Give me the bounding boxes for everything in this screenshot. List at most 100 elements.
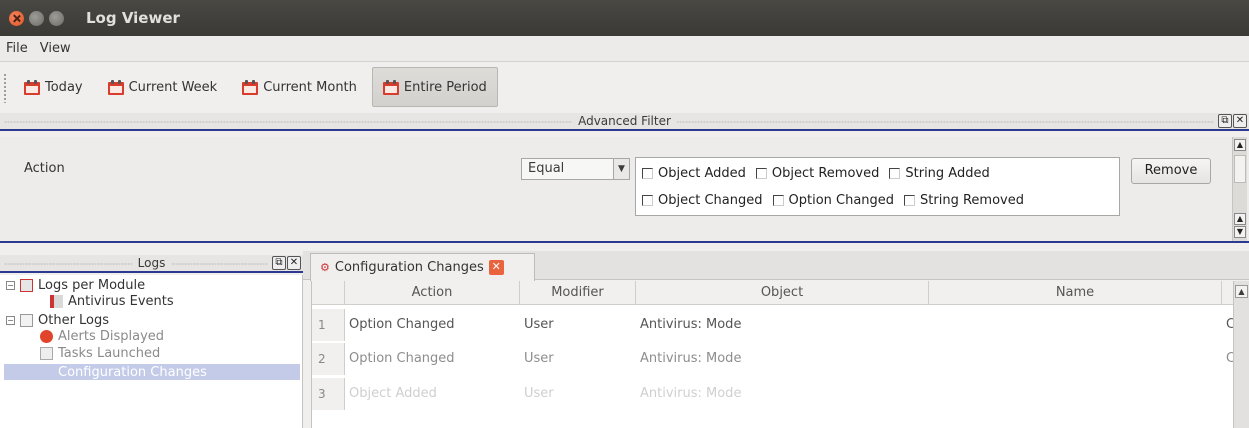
tree-item-label: Logs per Module — [38, 278, 146, 293]
cell-object: Antivirus: Mode — [640, 317, 742, 332]
cell-object: Antivirus: Mode — [640, 386, 742, 401]
log-table: Action Modifier Object Name 1 Option Cha… — [311, 281, 1249, 428]
minimize-icon[interactable] — [29, 10, 44, 26]
row-number: 2 — [312, 343, 345, 375]
menu-view[interactable]: View — [40, 41, 71, 56]
remove-button[interactable]: Remove — [1131, 158, 1211, 184]
tree-item-tasks-launched[interactable]: Tasks Launched — [40, 346, 160, 361]
row-number: 1 — [312, 309, 345, 341]
checkbox-label: Object Removed — [771, 166, 880, 181]
close-icon[interactable]: ✕ — [1233, 114, 1247, 128]
column-header-action[interactable]: Action — [345, 281, 520, 305]
tasks-icon — [40, 347, 53, 360]
table-scrollbar[interactable]: ▲ — [1233, 281, 1249, 428]
checkbox-object-added[interactable]: Object Added — [642, 166, 746, 181]
checkbox-label: Option Changed — [788, 193, 895, 208]
menu-file[interactable]: File — [6, 41, 28, 56]
antivirus-events-icon — [50, 295, 63, 308]
current-week-button[interactable]: Current Week — [98, 67, 228, 107]
tree-item-label: Tasks Launched — [58, 346, 161, 361]
menu-bar: File View — [0, 36, 1249, 62]
table-header: Action Modifier Object Name — [312, 281, 1249, 305]
cell-name — [929, 378, 1222, 410]
column-header-modifier[interactable]: Modifier — [520, 281, 636, 305]
scroll-up-icon[interactable]: ▲ — [1234, 139, 1246, 151]
logs-pane-header: Logs ⧉ ✕ — [0, 255, 303, 273]
row-number: 3 — [312, 378, 345, 410]
today-label: Today — [45, 79, 83, 95]
cell-modifier: User — [524, 351, 554, 366]
collapse-icon[interactable]: − — [6, 316, 15, 325]
filter-scrollbar[interactable]: ▲ ▲ ▼ — [1232, 137, 1247, 241]
table-row[interactable]: 2 Option Changed User Antivirus: Mode C — [312, 343, 1249, 375]
advanced-filter-header: Advanced Filter ⧉ ✕ — [0, 113, 1249, 131]
current-month-button[interactable]: Current Month — [232, 67, 367, 107]
tree-item-logs-per-module[interactable]: − Logs per Module — [6, 278, 145, 293]
undock-icon[interactable]: ⧉ — [1218, 114, 1232, 128]
checkbox-label: Object Changed — [658, 193, 763, 208]
alert-icon — [40, 330, 53, 343]
tab-configuration-changes[interactable]: ⚙ Configuration Changes ✕ — [310, 253, 535, 281]
maximize-icon[interactable] — [49, 10, 64, 26]
scroll-up-icon[interactable]: ▲ — [1234, 213, 1246, 225]
checkbox-string-added[interactable]: String Added — [889, 166, 990, 181]
cell-action: Object Added — [349, 386, 437, 401]
tree-item-label: Configuration Changes — [58, 364, 207, 380]
close-icon[interactable]: ✕ — [488, 260, 504, 275]
scroll-down-icon[interactable]: ▼ — [1234, 226, 1246, 238]
cell-object: Antivirus: Mode — [640, 351, 742, 366]
close-icon[interactable] — [9, 10, 24, 26]
toolbar-grip[interactable] — [3, 73, 7, 103]
calendar-icon — [107, 79, 124, 95]
calendar-icon — [242, 79, 259, 95]
column-header-object[interactable]: Object — [636, 281, 929, 305]
current-week-label: Current Week — [128, 79, 218, 95]
tree-item-label: Antivirus Events — [68, 294, 174, 309]
tree-item-other-logs[interactable]: − Other Logs — [6, 313, 109, 328]
table-row[interactable]: 1 Option Changed User Antivirus: Mode C — [312, 309, 1249, 341]
advanced-filter-pane: Action Equal ▼ Object Added Object Remov… — [0, 137, 1249, 243]
entire-period-button[interactable]: Entire Period — [371, 67, 498, 107]
scroll-up-icon[interactable]: ▲ — [1235, 285, 1248, 298]
cell-name — [929, 309, 1222, 341]
entire-period-label: Entire Period — [403, 79, 487, 95]
checkbox-object-removed[interactable]: Object Removed — [755, 166, 880, 181]
operator-select[interactable]: Equal ▼ — [521, 158, 630, 180]
tree-item-configuration-changes[interactable]: Configuration Changes — [4, 364, 300, 380]
checkbox-string-removed[interactable]: String Removed — [904, 193, 1024, 208]
cell-action: Option Changed — [349, 317, 455, 332]
tree-item-label: Alerts Displayed — [58, 329, 165, 344]
config-changes-icon: ⚙ — [320, 261, 330, 274]
window-controls — [9, 10, 64, 26]
checkbox-option-changed[interactable]: Option Changed — [772, 193, 895, 208]
scroll-thumb[interactable] — [1234, 155, 1246, 183]
calendar-icon — [382, 79, 399, 95]
cell-name — [929, 343, 1222, 375]
cell-action: Option Changed — [349, 351, 455, 366]
other-logs-icon — [20, 314, 33, 327]
column-header-name[interactable]: Name — [929, 281, 1222, 305]
undock-icon[interactable]: ⧉ — [272, 256, 286, 270]
window-title: Log Viewer — [86, 9, 180, 27]
today-button[interactable]: Today — [14, 67, 93, 107]
current-month-label: Current Month — [263, 79, 357, 95]
checkbox-label: String Removed — [920, 193, 1024, 208]
table-row[interactable]: 3 Object Added User Antivirus: Mode — [312, 378, 1249, 410]
operator-value: Equal — [528, 161, 565, 176]
log-module-icon — [20, 279, 33, 292]
tree-item-antivirus-events[interactable]: Antivirus Events — [50, 294, 174, 309]
action-checkbox-group: Object Added Object Removed String Added… — [635, 157, 1120, 216]
close-icon[interactable]: ✕ — [287, 256, 301, 270]
advanced-filter-title: Advanced Filter — [572, 114, 677, 128]
tree-item-alerts-displayed[interactable]: Alerts Displayed — [40, 329, 164, 344]
collapse-icon[interactable]: − — [6, 281, 15, 290]
checkbox-object-changed[interactable]: Object Changed — [642, 193, 763, 208]
calendar-icon — [24, 79, 40, 95]
logs-pane-title: Logs — [131, 256, 172, 270]
tab-strip: ⚙ Configuration Changes ✕ — [303, 251, 1249, 281]
tab-label: Configuration Changes — [334, 260, 484, 275]
cell-modifier: User — [524, 317, 554, 332]
chevron-down-icon[interactable]: ▼ — [613, 159, 629, 179]
logs-tree: − Logs per Module Antivirus Events − Oth… — [0, 275, 303, 428]
title-bar: Log Viewer — [0, 0, 1249, 36]
